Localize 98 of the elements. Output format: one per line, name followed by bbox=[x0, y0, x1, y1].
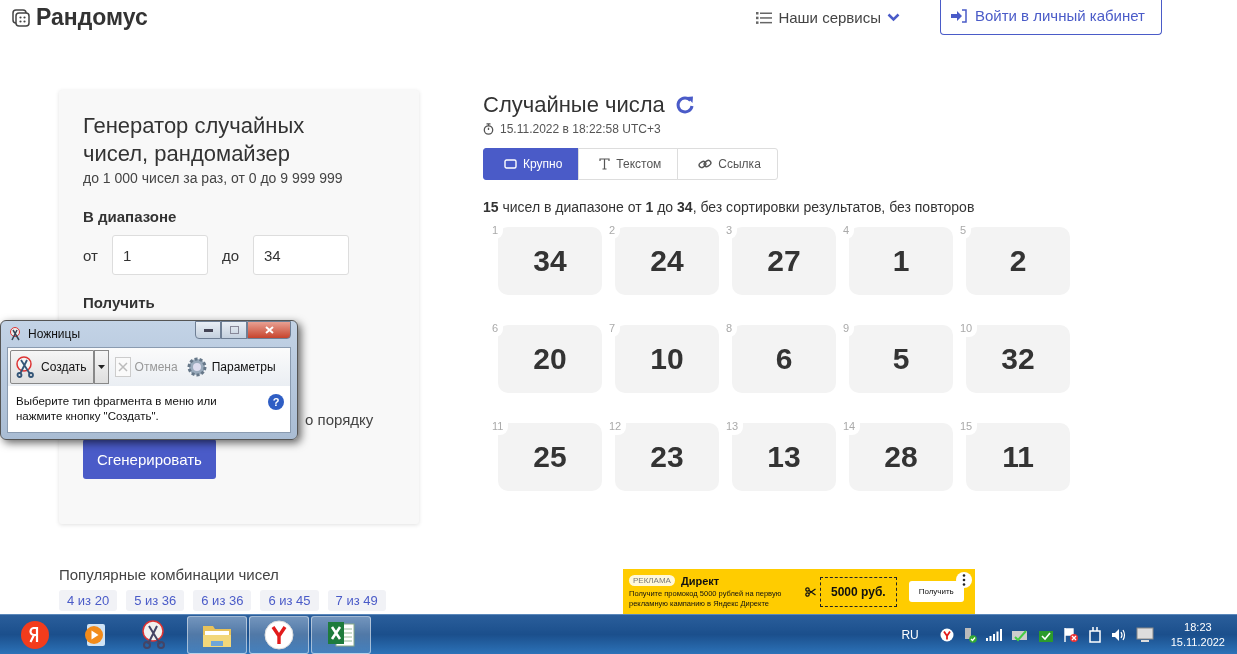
number-index: 12 bbox=[608, 420, 627, 435]
snipping-message: Выберите тип фрагмента в меню или нажмите кнопку "Создать". bbox=[16, 394, 218, 424]
number-index: 11 bbox=[491, 420, 509, 435]
scissors-icon bbox=[15, 356, 37, 378]
cancel-icon bbox=[114, 357, 131, 377]
number-tile: 10 bbox=[615, 325, 719, 393]
scissors-icon bbox=[9, 327, 23, 341]
help-button[interactable]: ? bbox=[268, 394, 284, 410]
minimize-button[interactable] bbox=[195, 321, 221, 339]
chevron-down-icon[interactable] bbox=[886, 13, 900, 22]
number-tile: 20 bbox=[498, 325, 602, 393]
login-button[interactable]: Войти в личный кабинет bbox=[939, 0, 1162, 35]
clock-date: 15.11.2022 bbox=[1170, 634, 1225, 650]
maximize-icon bbox=[229, 326, 239, 334]
number-tile: 6 bbox=[732, 325, 836, 393]
flag-error-icon[interactable] bbox=[1062, 626, 1079, 643]
ad-brand: Директ bbox=[680, 574, 720, 587]
number-tile: 34 bbox=[498, 227, 602, 295]
link-icon bbox=[698, 158, 713, 170]
gear-icon bbox=[185, 356, 208, 378]
text-icon bbox=[599, 158, 611, 170]
clock[interactable]: 18:23 15.11.2022 bbox=[1170, 619, 1225, 650]
number-index: 3 bbox=[725, 224, 738, 239]
combination-link[interactable]: 6 из 36 bbox=[193, 590, 252, 611]
combination-link[interactable]: 7 из 49 bbox=[327, 590, 386, 611]
dice-logo-icon bbox=[12, 8, 30, 27]
ad-button[interactable]: Получить bbox=[908, 581, 964, 602]
number-tile: 27 bbox=[732, 227, 836, 295]
sort-option-text: о порядку bbox=[305, 411, 374, 428]
taskbar-button[interactable] bbox=[249, 615, 309, 654]
scissors-icon bbox=[805, 586, 816, 597]
view-tab[interactable]: Ссылка bbox=[677, 148, 778, 180]
number-index: 8 bbox=[725, 322, 738, 337]
language-indicator[interactable]: RU bbox=[901, 627, 919, 642]
number-index: 14 bbox=[842, 420, 861, 435]
browser-icon bbox=[264, 619, 294, 650]
logo-text[interactable]: Рандомус bbox=[36, 4, 148, 31]
from-field[interactable]: 1 bbox=[111, 235, 208, 275]
minimize-icon bbox=[203, 328, 213, 332]
view-tab[interactable]: Текстом bbox=[578, 148, 679, 180]
taskbar-button[interactable] bbox=[311, 615, 371, 654]
generate-button[interactable]: Сгенерировать bbox=[83, 439, 216, 479]
new-snip-button[interactable]: Создать bbox=[10, 350, 94, 384]
get-label: Получить bbox=[83, 294, 156, 311]
number-tile: 24 bbox=[615, 227, 719, 295]
clock-time: 18:23 bbox=[1184, 619, 1212, 635]
caret-icon bbox=[97, 365, 105, 369]
rectangle-icon bbox=[504, 159, 517, 169]
number-index: 5 bbox=[959, 224, 972, 239]
to-field[interactable]: 34 bbox=[253, 235, 349, 275]
spreadsheet-icon bbox=[326, 620, 356, 649]
monitor-icon[interactable] bbox=[1135, 626, 1154, 643]
generator-subtitle: до 1 000 чисел за раз, от 0 до 9 999 999 bbox=[83, 170, 344, 186]
timestamp: 15.11.2022 в 18:22:58 UTC+3 bbox=[500, 122, 661, 136]
from-label: от bbox=[83, 246, 98, 264]
yandex-icon bbox=[20, 619, 50, 650]
sign-in-icon bbox=[950, 8, 967, 23]
maximize-button[interactable] bbox=[221, 321, 247, 339]
ad-label: РЕКЛАМА bbox=[629, 575, 675, 586]
more-icon[interactable] bbox=[956, 572, 972, 588]
signal-bars-icon[interactable] bbox=[985, 628, 1002, 641]
close-button[interactable] bbox=[247, 321, 291, 339]
view-tab[interactable]: Крупно bbox=[483, 148, 580, 180]
number-index: 1 bbox=[491, 224, 504, 239]
number-index: 10 bbox=[959, 322, 978, 337]
number-tile: 1 bbox=[849, 227, 953, 295]
combination-link[interactable]: 6 из 45 bbox=[260, 590, 319, 611]
number-index: 7 bbox=[608, 322, 621, 337]
options-button[interactable]: Параметры bbox=[183, 356, 278, 378]
number-tile: 2 bbox=[966, 227, 1070, 295]
to-label: до bbox=[221, 246, 239, 264]
coupon-amount: 5000 руб. bbox=[820, 576, 897, 607]
results-summary: 15 чисел в диапазоне от 1 до 34, без сортировки результатов, без повторов bbox=[483, 199, 976, 215]
refresh-icon[interactable] bbox=[674, 95, 695, 115]
speaker-icon[interactable] bbox=[1110, 627, 1127, 642]
number-index: 2 bbox=[608, 224, 621, 239]
number-tile: 5 bbox=[849, 325, 953, 393]
list-icon bbox=[756, 11, 773, 24]
number-index: 15 bbox=[959, 420, 978, 435]
popular-title: Популярные комбинации чисел bbox=[59, 566, 280, 583]
yandex-icon[interactable] bbox=[939, 627, 954, 642]
combination-link[interactable]: 5 из 36 bbox=[126, 590, 185, 611]
results-title: Случайные числа bbox=[483, 92, 665, 118]
play-icon bbox=[82, 621, 108, 648]
usb-check-icon[interactable] bbox=[962, 626, 977, 643]
taskbar-button[interactable] bbox=[187, 615, 247, 654]
number-index: 9 bbox=[842, 322, 855, 337]
range-label: В диапазоне bbox=[83, 208, 178, 225]
combination-link[interactable]: 4 из 20 bbox=[59, 590, 118, 611]
stopwatch-icon bbox=[483, 123, 494, 135]
power-plug-icon[interactable] bbox=[1087, 626, 1102, 643]
number-index: 4 bbox=[842, 224, 855, 239]
window-title: Ножницы bbox=[28, 327, 81, 341]
generator-title: Генератор случайных чисел, рандомайзер bbox=[83, 112, 306, 168]
number-index: 13 bbox=[725, 420, 744, 435]
services-menu[interactable]: Наши сервисы bbox=[778, 9, 881, 26]
number-index: 6 bbox=[491, 322, 504, 337]
close-icon bbox=[264, 326, 274, 334]
